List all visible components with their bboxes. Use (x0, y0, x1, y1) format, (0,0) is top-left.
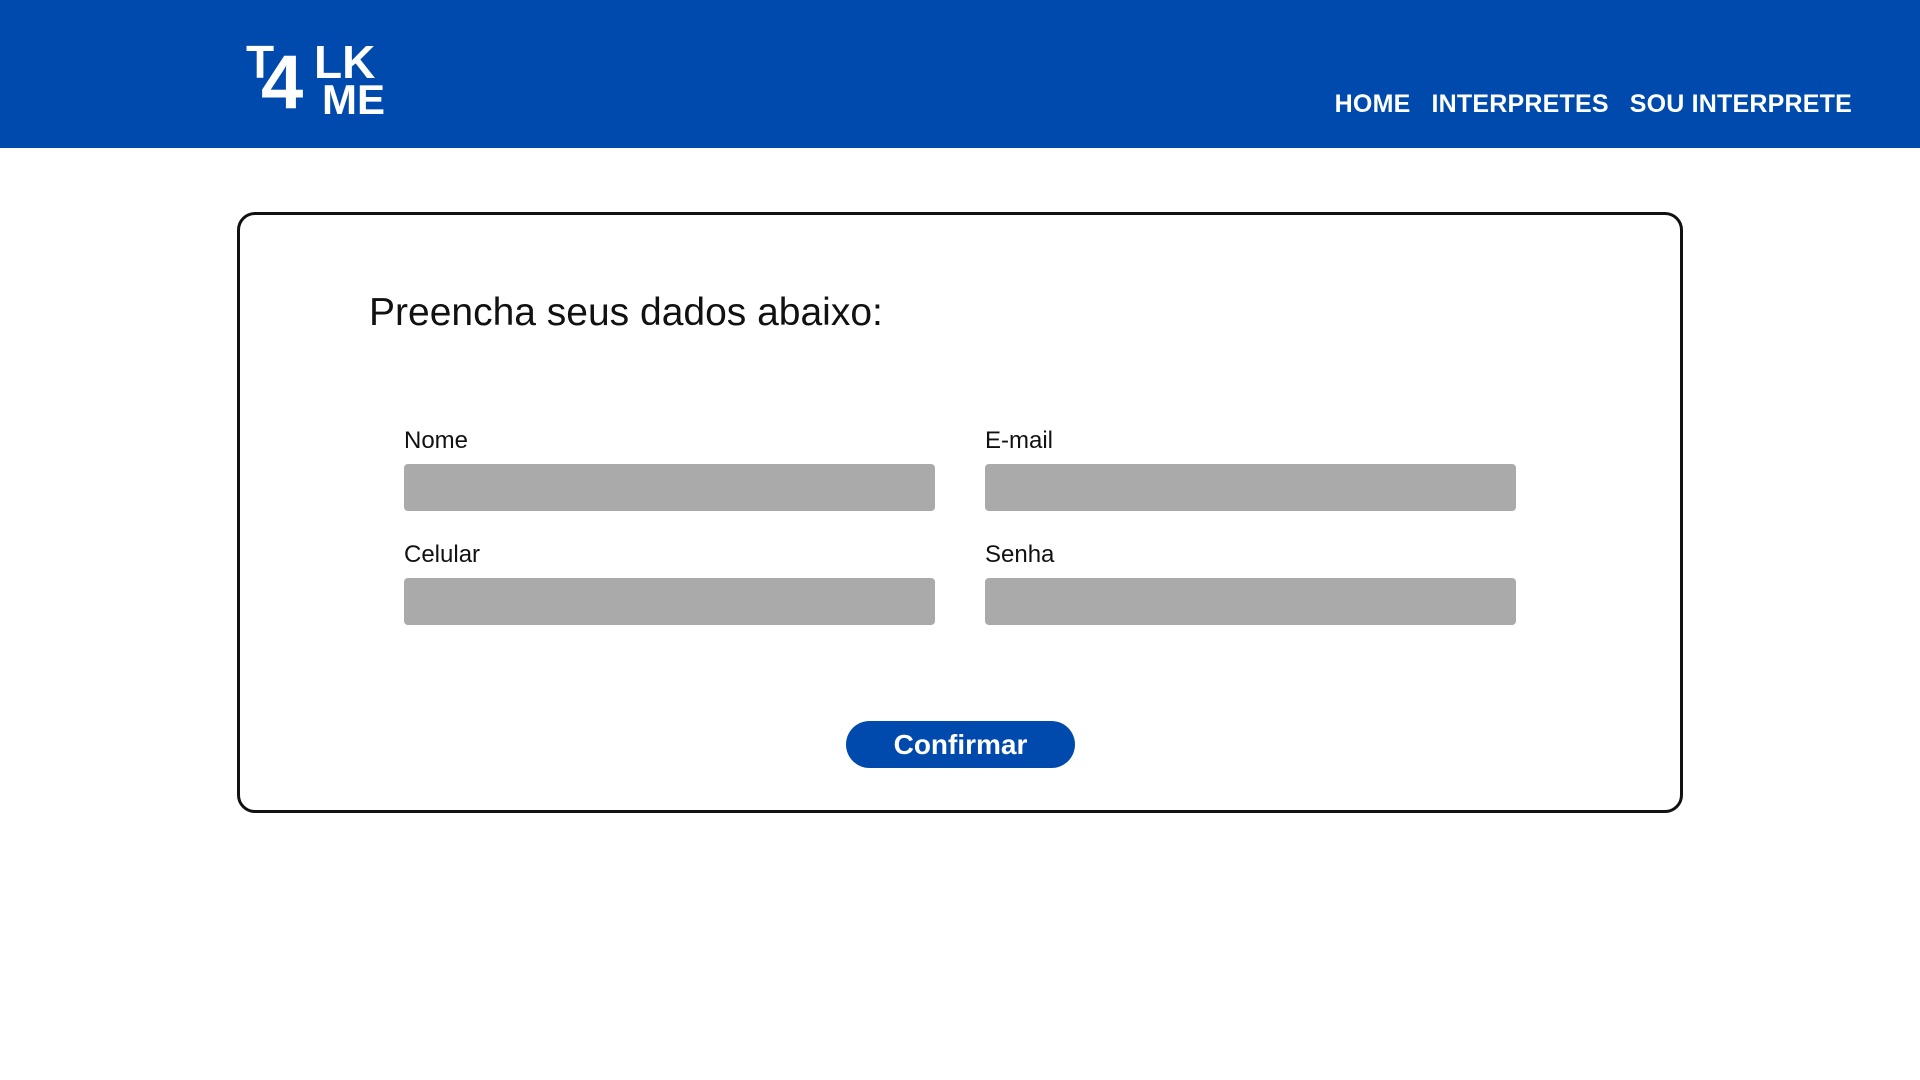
logo-graphic: T 4 LK ME (246, 36, 385, 120)
celular-label: Celular (404, 541, 481, 568)
email-field-group: E-mail (985, 424, 1516, 511)
senha-field-group: Senha (985, 538, 1516, 625)
nome-label: Nome (404, 427, 469, 454)
nav-home-link[interactable]: HOME (1335, 90, 1411, 119)
top-header: T 4 LK ME HOME INTERPRETES SOU INTERPRET… (0, 0, 1920, 148)
celular-input[interactable] (404, 578, 935, 625)
celular-field-group: Celular (404, 538, 935, 625)
nav-sou-interprete-link[interactable]: SOU INTERPRETE (1630, 90, 1852, 119)
email-input[interactable] (985, 464, 1516, 511)
senha-input[interactable] (985, 578, 1516, 625)
svg-text:4: 4 (261, 40, 303, 120)
main-nav: HOME INTERPRETES SOU INTERPRETE (1335, 90, 1852, 119)
nav-interpretes-link[interactable]: INTERPRETES (1431, 90, 1608, 119)
confirm-button[interactable]: Confirmar (846, 721, 1075, 768)
registration-card: Preencha seus dados abaixo: Nome E-mail … (237, 212, 1683, 813)
senha-label: Senha (985, 541, 1055, 568)
nome-field-group: Nome (404, 424, 935, 511)
svg-text:ME: ME (322, 76, 385, 120)
talk4me-logo[interactable]: T 4 LK ME (246, 34, 396, 120)
form-title: Preencha seus dados abaixo: (369, 291, 883, 334)
email-label: E-mail (985, 427, 1054, 454)
nome-input[interactable] (404, 464, 935, 511)
